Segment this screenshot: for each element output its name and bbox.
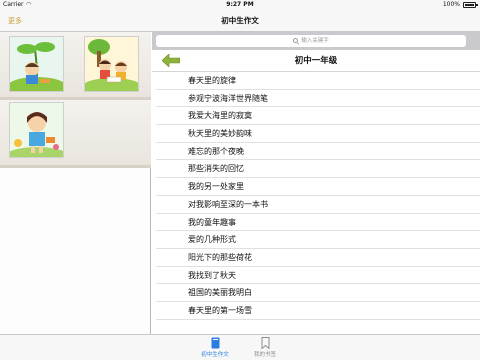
book-cover-grade-2[interactable] [84, 36, 139, 92]
tab-bookmarks[interactable]: 我的书签 [240, 337, 290, 358]
essay-item[interactable]: 我的另一处家里 [156, 178, 480, 196]
grade-header: 初中一年级 [152, 50, 480, 72]
page-title: 初中生作文 [221, 16, 259, 25]
search-bar: 输入关键字 [152, 32, 480, 50]
status-time: 9:27 PM [226, 1, 254, 8]
essay-item[interactable]: 我爱大海里的寂寞 [156, 107, 480, 126]
essay-list: 春天里的旋律 参观宁波海洋世界随笔 我爱大海里的寂寞 秋天里的美妙韵味 难忘的那… [152, 72, 480, 320]
tab-essays-label: 初中生作文 [201, 352, 229, 358]
essay-list-panel: 输入关键字 初中一年级 春天里的旋律 参观宁波海洋世界随笔 我爱大海里的寂寞 秋… [152, 32, 480, 334]
tab-bar: 初中生作文 我的书签 [0, 334, 480, 360]
essay-item[interactable]: 对我影响至深的一本书 [156, 196, 480, 214]
tab-essays[interactable]: 初中生作文 [190, 337, 240, 358]
bookshelf [0, 32, 151, 334]
book-cover-grade-3[interactable] [9, 102, 64, 158]
essay-item[interactable]: 那些消失的回忆 [156, 160, 480, 179]
essay-item[interactable]: 祖国的美丽我明白 [156, 284, 480, 302]
shelf-row [0, 32, 151, 100]
boy-with-sprout-illustration [10, 37, 63, 91]
essay-item[interactable]: 爱的几种形式 [156, 231, 480, 249]
status-bar: Carrier ◠ 9:27 PM 100% [0, 0, 480, 10]
battery-icon [463, 2, 478, 8]
girl-with-watering-can-illustration [10, 103, 63, 157]
search-input[interactable]: 输入关键字 [156, 35, 466, 47]
search-icon [293, 38, 299, 43]
battery-percent: 100% [442, 1, 460, 8]
essay-item[interactable]: 秋天里的美妙韵味 [156, 125, 480, 143]
essay-item[interactable]: 春天里的旋律 [156, 72, 480, 90]
book-icon [211, 337, 219, 349]
children-reading-illustration [85, 37, 138, 91]
bookmark-icon [261, 337, 269, 349]
grade-title: 初中一年级 [294, 56, 338, 66]
book-cover-grade-1[interactable] [9, 36, 64, 92]
essay-item[interactable]: 春天里的第一场雪 [156, 302, 480, 320]
essay-item[interactable]: 我的童年趣事 [156, 214, 480, 232]
navigation-bar: 更多 初中生作文 [0, 10, 480, 32]
shelf-row [0, 100, 151, 168]
tab-bookmarks-label: 我的书签 [253, 352, 276, 358]
essay-item[interactable]: 阳光下的那些荷花 [156, 249, 480, 267]
essay-item[interactable]: 难忘的那个夜晚 [156, 143, 480, 161]
search-placeholder: 输入关键字 [301, 38, 329, 44]
essay-item[interactable]: 参观宁波海洋世界随笔 [156, 90, 480, 108]
essay-item[interactable]: 我找到了秋天 [156, 267, 480, 285]
